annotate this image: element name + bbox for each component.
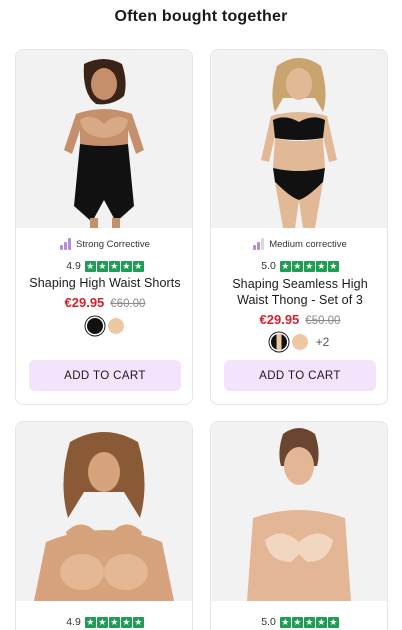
- rating-value: 5.0: [261, 260, 276, 272]
- rating-row: 5.0 ★ ★ ★ ★ ★: [211, 260, 387, 272]
- section-title: Often bought together: [114, 8, 288, 25]
- swatch-mix[interactable]: [270, 334, 287, 350]
- rating-value: 4.9: [66, 616, 81, 628]
- product-name[interactable]: Shaping Seamless High Waist Thong - Set …: [217, 276, 383, 308]
- product-card-adhesive-bra[interactable]: 5.0 ★ ★ ★ ★ ★: [210, 421, 388, 630]
- rating-row: 4.9 ★ ★ ★ ★ ★: [16, 260, 192, 272]
- level-bars-icon: [253, 238, 265, 250]
- rating-row: 5.0 ★ ★ ★ ★ ★: [211, 616, 387, 628]
- product-card-thong[interactable]: Medium corrective 5.0 ★ ★ ★ ★ ★ Shaping Seam…: [210, 49, 388, 405]
- sale-price: €29.95: [64, 295, 105, 310]
- color-swatches: [16, 318, 192, 334]
- add-to-cart-button[interactable]: ADD TO CART: [29, 360, 181, 391]
- swatch-beige[interactable]: [107, 318, 124, 334]
- badge-label: Medium corrective: [269, 238, 347, 250]
- rating-row: 4.9 ★ ★ ★ ★ ★: [16, 616, 192, 628]
- original-price: €50.00: [305, 315, 341, 327]
- original-price: €60.00: [110, 298, 146, 310]
- star-rating-icon: ★ ★ ★ ★ ★: [279, 260, 339, 272]
- product-image-covers[interactable]: [16, 422, 193, 601]
- sale-price: €29.95: [259, 312, 300, 327]
- star-rating-icon: ★ ★ ★ ★ ★: [84, 616, 144, 628]
- star-rating-icon: ★ ★ ★ ★ ★: [84, 260, 144, 272]
- product-image-thong[interactable]: [211, 50, 388, 228]
- swatch-beige[interactable]: [291, 334, 308, 350]
- more-colors-link[interactable]: +2: [316, 335, 330, 349]
- corrective-level-badge: Strong Corrective: [16, 238, 192, 250]
- price-row: €29.95 €60.00: [16, 295, 192, 310]
- level-bars-icon: [60, 238, 72, 250]
- product-card-nipple-covers[interactable]: 4.9 ★ ★ ★ ★ ★: [15, 421, 193, 630]
- color-swatches: +2: [211, 334, 387, 350]
- rating-value: 5.0: [261, 616, 276, 628]
- product-image-adhesive-bra[interactable]: [211, 422, 388, 601]
- product-card-shorts[interactable]: Strong Corrective 4.9 ★ ★ ★ ★ ★ Shaping High…: [15, 49, 193, 405]
- product-image-shorts[interactable]: [16, 50, 193, 228]
- add-to-cart-button[interactable]: ADD TO CART: [224, 360, 376, 391]
- swatch-black[interactable]: [86, 318, 103, 334]
- product-name[interactable]: Shaping High Waist Shorts: [22, 275, 188, 291]
- price-row: €29.95 €50.00: [211, 312, 387, 327]
- star-rating-icon: ★ ★ ★ ★ ★: [279, 616, 339, 628]
- rating-value: 4.9: [66, 260, 81, 272]
- badge-label: Strong Corrective: [76, 238, 150, 250]
- corrective-level-badge: Medium corrective: [211, 238, 387, 250]
